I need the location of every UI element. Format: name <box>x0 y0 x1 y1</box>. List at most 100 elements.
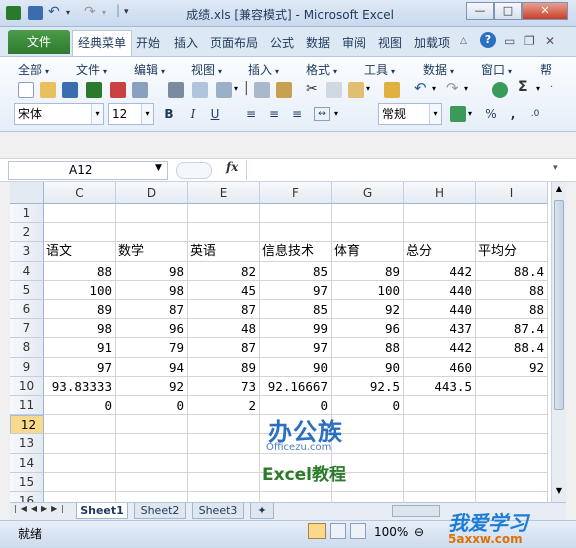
pdf-icon[interactable] <box>110 82 126 98</box>
row-header[interactable]: 5 <box>10 280 44 300</box>
table-cell[interactable] <box>476 472 548 492</box>
row-header[interactable]: 1 <box>10 204 44 224</box>
table-cell[interactable] <box>476 434 548 454</box>
tab-view[interactable]: 视图 <box>378 34 402 51</box>
menu-file[interactable]: 文件 ▾ <box>76 61 107 78</box>
copy-icon[interactable] <box>326 82 342 98</box>
new-sheet-icon[interactable]: ✦ <box>250 503 274 519</box>
table-cell[interactable] <box>476 396 548 416</box>
table-cell[interactable]: 73 <box>188 376 260 396</box>
zoom-out-icon[interactable]: ⊖ <box>414 525 424 539</box>
table-cell[interactable]: 85 <box>260 261 332 281</box>
menu-help[interactable]: 帮 <box>540 61 552 78</box>
table-cell[interactable]: 460 <box>404 357 476 377</box>
table-cell[interactable]: 88.4 <box>476 261 548 281</box>
table-cell[interactable] <box>44 415 116 435</box>
table-cell[interactable]: 88 <box>476 280 548 300</box>
page-break-view-icon[interactable] <box>350 523 366 539</box>
tab-classic-menu[interactable]: 经典菜单 <box>72 30 133 56</box>
tab-home[interactable]: 开始 <box>136 34 160 51</box>
insert-function-icon[interactable]: fx <box>226 160 238 174</box>
table-cell[interactable]: 英语 <box>188 242 260 262</box>
table-cell[interactable] <box>116 453 188 473</box>
table-cell[interactable]: 98 <box>116 280 188 300</box>
table-cell[interactable] <box>476 453 548 473</box>
table-cell[interactable]: 96 <box>116 319 188 339</box>
table-cell[interactable] <box>404 415 476 435</box>
column-header[interactable]: D <box>116 182 188 204</box>
bold-button[interactable]: B <box>160 105 178 123</box>
sheet-tab-3[interactable]: Sheet3 <box>192 503 244 519</box>
paste-icon[interactable] <box>348 82 364 98</box>
normal-view-icon[interactable] <box>308 523 326 539</box>
table-cell[interactable]: 90 <box>260 357 332 377</box>
table-cell[interactable] <box>188 415 260 435</box>
row-header[interactable]: 12 <box>10 415 44 435</box>
table-cell[interactable]: 92.5 <box>332 376 404 396</box>
cut-icon[interactable]: ✂ <box>306 81 318 97</box>
row-header[interactable]: 4 <box>10 261 44 281</box>
italic-button[interactable]: I <box>184 105 202 123</box>
window-restore-icon[interactable]: ❐ <box>524 34 535 48</box>
table-cell[interactable] <box>116 434 188 454</box>
row-header[interactable]: 7 <box>10 319 44 339</box>
table-cell[interactable] <box>116 204 188 224</box>
table-cell[interactable]: 87 <box>116 300 188 320</box>
table-cell[interactable]: 语文 <box>44 242 116 262</box>
tab-add-ins[interactable]: 加载项 <box>414 34 450 51</box>
menu-view[interactable]: 视图 ▾ <box>191 61 222 78</box>
increase-decimal-icon[interactable]: .0 <box>526 105 544 123</box>
table-cell[interactable]: 82 <box>188 261 260 281</box>
save-icon[interactable] <box>62 82 78 98</box>
table-cell[interactable]: 91 <box>44 338 116 358</box>
zoom-level[interactable]: 100% <box>374 525 408 539</box>
horizontal-scrollbar[interactable] <box>392 505 440 517</box>
table-cell[interactable] <box>260 492 332 502</box>
table-cell[interactable]: 92 <box>332 300 404 320</box>
table-cell[interactable]: 2 <box>188 396 260 416</box>
column-header[interactable]: E <box>188 182 260 204</box>
number-format-select[interactable]: 常规 ▾ <box>378 103 442 125</box>
menu-window[interactable]: 窗口 ▾ <box>481 61 512 78</box>
table-cell[interactable] <box>44 204 116 224</box>
table-cell[interactable]: 总分 <box>404 242 476 262</box>
table-cell[interactable]: 0 <box>116 396 188 416</box>
tab-page-layout[interactable]: 页面布局 <box>210 34 258 51</box>
table-cell[interactable]: 92 <box>116 376 188 396</box>
comma-style-button[interactable]: , <box>504 105 522 123</box>
table-cell[interactable]: 信息技术 <box>260 242 332 262</box>
worksheet-grid[interactable]: C D E F G H I 1 2 3 语文 数学 英语 信息技术 体育 总分 平均分 4 88 98 82 85 89 44… <box>10 182 551 502</box>
close-button[interactable]: ✕ <box>522 2 568 20</box>
align-center-icon[interactable]: ≡ <box>265 105 283 123</box>
column-header[interactable]: G <box>332 182 404 204</box>
table-cell[interactable]: 0 <box>44 396 116 416</box>
table-cell[interactable]: 数学 <box>116 242 188 262</box>
menu-tools[interactable]: 工具 ▾ <box>364 61 395 78</box>
table-cell[interactable]: 88.4 <box>476 338 548 358</box>
merge-center-icon[interactable]: ↔ <box>314 107 330 121</box>
formula-input[interactable] <box>246 160 551 180</box>
table-cell[interactable] <box>404 492 476 502</box>
table-cell[interactable] <box>476 492 548 502</box>
table-cell[interactable]: 45 <box>188 280 260 300</box>
table-cell[interactable]: 442 <box>404 261 476 281</box>
table-cell[interactable]: 99 <box>260 319 332 339</box>
scroll-thumb[interactable] <box>554 200 564 410</box>
customize-qat-icon[interactable]: ▾ <box>124 7 129 17</box>
table-cell[interactable] <box>44 434 116 454</box>
chevron-down-icon[interactable]: ▾ <box>468 109 472 118</box>
tab-review[interactable]: 审阅 <box>342 34 366 51</box>
chevron-down-icon[interactable]: ▾ <box>536 84 540 93</box>
table-cell[interactable]: 平均分 <box>476 242 548 262</box>
column-header[interactable]: C <box>44 182 116 204</box>
table-cell[interactable]: 89 <box>44 300 116 320</box>
table-cell[interactable] <box>188 223 260 243</box>
file-tab[interactable]: 文件 <box>8 30 70 54</box>
table-cell[interactable] <box>404 204 476 224</box>
sheet-nav-arrows-icon[interactable]: |◀◀▶▶| <box>14 504 68 513</box>
redo-icon[interactable]: ↷ <box>84 4 96 20</box>
menu-insert[interactable]: 插入 ▾ <box>248 61 279 78</box>
table-cell[interactable]: 442 <box>404 338 476 358</box>
percent-button[interactable]: % <box>482 105 500 123</box>
excel-sheet-icon[interactable] <box>86 82 102 98</box>
